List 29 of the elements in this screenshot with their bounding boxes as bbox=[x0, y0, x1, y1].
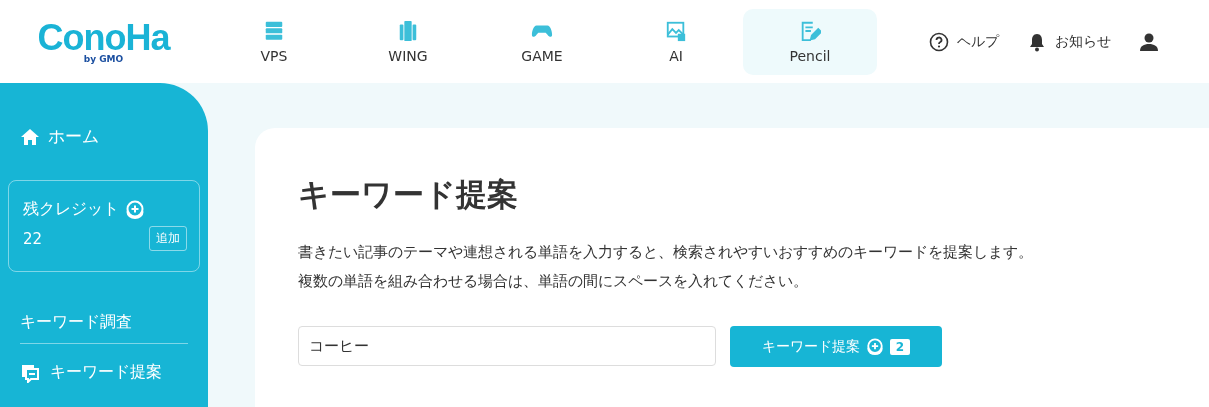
credit-value: 22 bbox=[23, 229, 43, 248]
page-title: キーワード提案 bbox=[298, 175, 519, 214]
home-icon bbox=[20, 126, 40, 147]
nav-tab[interactable]: GAME bbox=[475, 8, 609, 75]
cost-badge: 2 bbox=[889, 338, 911, 355]
logo[interactable]: ConoHa by GMO bbox=[0, 19, 207, 64]
description-text: 書きたい記事のテーマや連想される単語を入力すると、検索されやすいおすすめのキーワードを提案します。 bbox=[298, 243, 1034, 262]
logo-name: ConoHa bbox=[37, 19, 170, 56]
devices-icon bbox=[397, 19, 419, 42]
section-heading: キーワード調査 bbox=[20, 312, 188, 344]
header-link[interactable]: ヘルプ bbox=[929, 31, 999, 52]
header-link[interactable]: お知らせ bbox=[1027, 31, 1111, 52]
nav-tab[interactable]: Pencil bbox=[743, 8, 877, 75]
nav-tab[interactable]: WING bbox=[341, 8, 475, 75]
document-pencil-icon bbox=[799, 19, 821, 42]
bell-icon bbox=[1027, 31, 1047, 52]
nav-tab[interactable]: AI bbox=[609, 8, 743, 75]
nav-tab[interactable]: VPS bbox=[207, 8, 341, 75]
server-icon bbox=[263, 19, 285, 42]
logo-sub: by GMO bbox=[83, 54, 124, 64]
coin-plus-icon bbox=[125, 199, 145, 220]
image-icon bbox=[665, 19, 687, 42]
credit-label: 残クレジット bbox=[23, 199, 119, 220]
user-icon[interactable] bbox=[1139, 31, 1159, 52]
chat-window-icon bbox=[20, 362, 40, 383]
coin-plus-icon bbox=[865, 337, 884, 356]
keyword-input[interactable]: コーヒー bbox=[298, 326, 716, 366]
help-icon bbox=[929, 31, 949, 52]
description-text: 複数の単語を組み合わせる場合は、単語の間にスペースを入れてください。 bbox=[298, 272, 809, 291]
